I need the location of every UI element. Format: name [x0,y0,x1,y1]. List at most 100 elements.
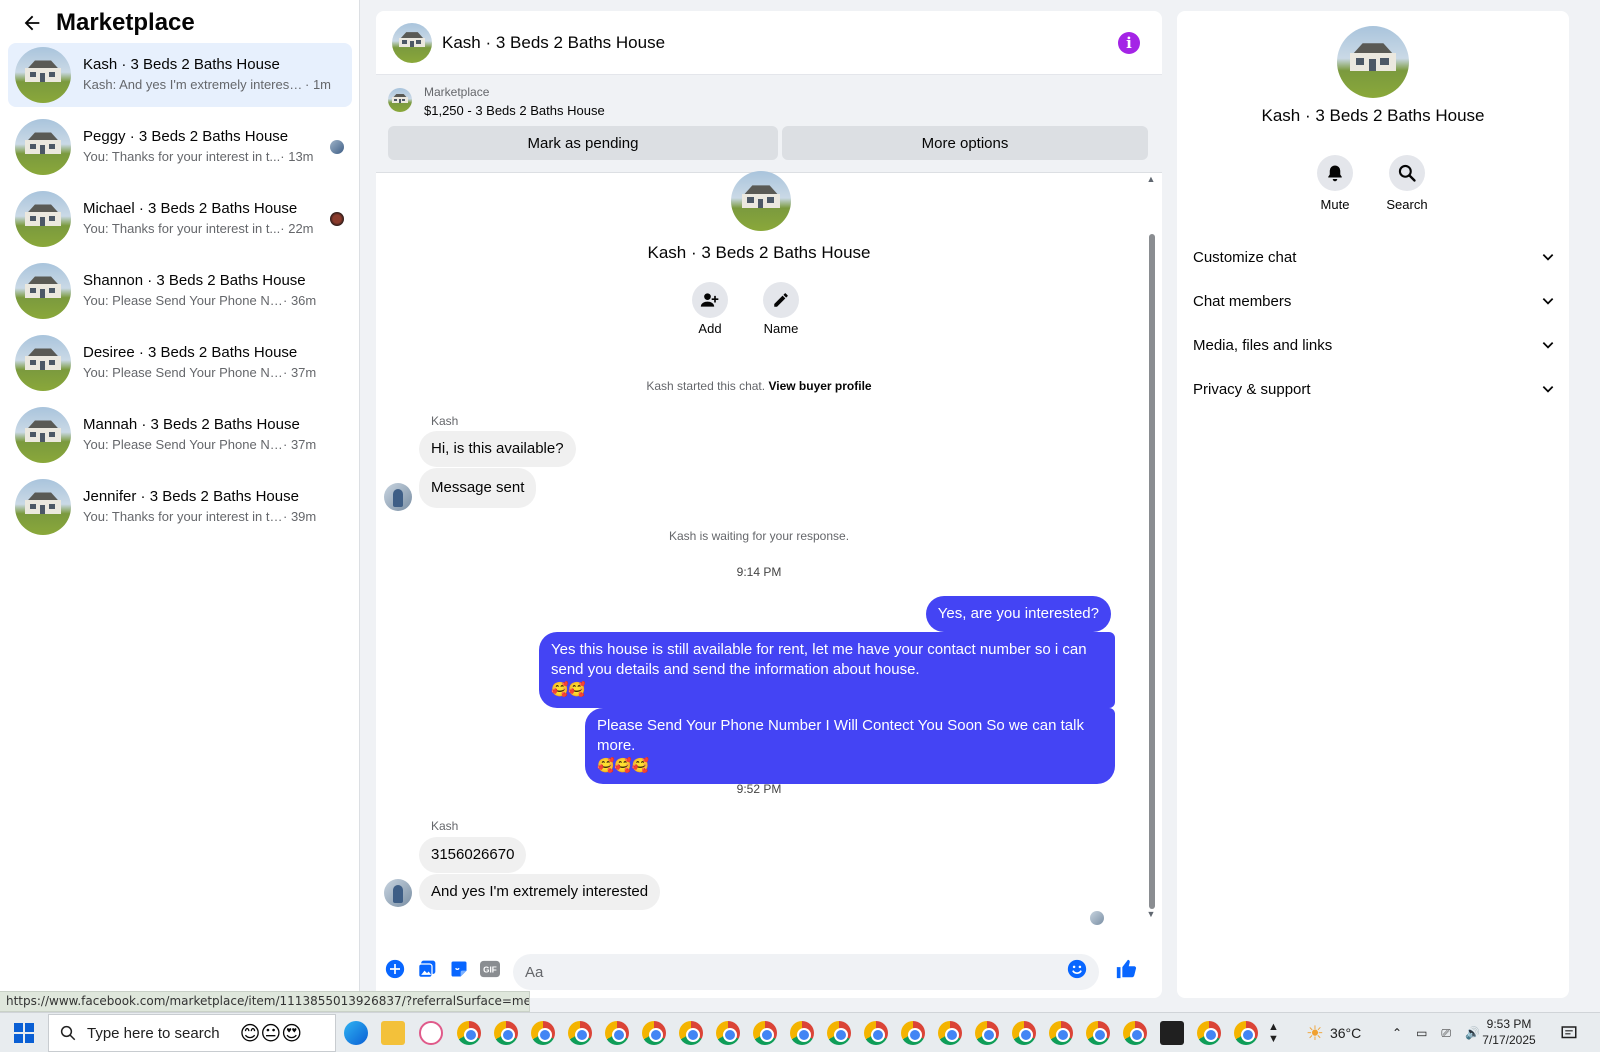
message-in[interactable]: Message sent [419,468,537,508]
meet-icon[interactable]: ⎚ [1441,1026,1451,1041]
add-person-button[interactable] [692,282,728,318]
info-icon[interactable]: i [1118,32,1140,54]
edge-icon[interactable] [344,1021,368,1045]
chrome-icon[interactable] [1197,1021,1221,1045]
back-arrow-icon[interactable] [18,9,46,37]
mute-label: Mute [1320,197,1350,212]
mark-as-pending-button[interactable]: Mark as pending [388,126,778,160]
chat-header-avatar[interactable] [392,22,432,63]
chrome-icon[interactable] [531,1021,555,1045]
bell-icon [1328,165,1342,182]
sender-name: Kash [431,819,459,833]
snipping-tool-icon[interactable] [419,1021,443,1045]
windows-start-icon[interactable] [14,1023,34,1043]
file-explorer-icon[interactable] [381,1021,405,1045]
photo-icon[interactable] [416,958,438,980]
conversation-name: Mannah · 3 Beds 2 Baths House [83,416,300,433]
chrome-icon[interactable] [494,1021,518,1045]
chrome-icon[interactable] [605,1021,629,1045]
emoji-icon[interactable] [1066,958,1088,980]
gif-icon[interactable]: GIF [479,958,501,980]
chrome-icon[interactable] [457,1021,481,1045]
message-input[interactable] [513,954,1099,990]
weather-widget[interactable]: ☀ 36°C [1306,1013,1361,1052]
system-tray[interactable]: ⌃ ▭ ⎚ 🔊 [1392,1013,1480,1052]
chrome-icon[interactable] [1123,1021,1147,1045]
add-label: Add [698,321,722,336]
conversation-item-kash[interactable]: Kash · 3 Beds 2 Baths House Kash: And ye… [8,43,352,107]
clock-time: 9:53 PM [1486,1017,1532,1031]
conversation-item-desiree[interactable]: Desiree · 3 Beds 2 Baths House You: Plea… [8,331,352,395]
notifications-icon[interactable] [1560,1013,1578,1052]
chrome-icon[interactable] [938,1021,962,1045]
search-button[interactable] [1389,155,1425,191]
section-customize-chat[interactable]: Customize chat [1193,237,1555,277]
sticky-notes-icon[interactable] [1160,1021,1184,1045]
scroll-thumb[interactable] [1149,234,1155,909]
message-out[interactable]: Please Send Your Phone Number I Will Con… [585,708,1115,784]
message-out[interactable]: Yes this house is still available for re… [539,632,1115,708]
conversation-sidebar: Marketplace Kash · 3 Beds 2 Baths House … [0,0,360,1012]
chrome-icon[interactable] [827,1021,851,1045]
chrome-icon[interactable] [753,1021,777,1045]
network-icon[interactable]: ▭ [1416,1026,1427,1040]
chevron-up-icon[interactable]: ⌃ [1392,1026,1402,1040]
scroll-down-arrow-icon[interactable]: ▼ [1146,909,1156,919]
sender-avatar[interactable] [384,879,412,907]
chrome-icon[interactable] [1049,1021,1073,1045]
chrome-icon[interactable] [975,1021,999,1045]
chrome-icon[interactable] [901,1021,925,1045]
taskbar-search-box[interactable]: Type here to search 😊😐😍 [48,1014,336,1052]
message-in[interactable]: Hi, is this available? [419,431,576,467]
conversation-item-peggy[interactable]: Peggy · 3 Beds 2 Baths House You: Thanks… [8,115,352,179]
message-in[interactable]: 3156026670 [419,837,527,873]
more-options-button[interactable]: More options [782,126,1148,160]
emoji-decoration-icon: 😊😐😍 [239,1021,303,1045]
chat-scrollbar[interactable]: ▲ ▼ [1146,174,1156,924]
thumbs-up-icon[interactable] [1115,958,1137,980]
edit-name-button[interactable] [763,282,799,318]
chrome-icon[interactable] [568,1021,592,1045]
sticker-icon[interactable] [448,958,470,980]
message-out[interactable]: Yes, are you interested? [925,596,1111,632]
page-scrollbar[interactable] [1584,0,1600,1012]
weather-temp: 36°C [1329,1025,1362,1041]
chrome-icon[interactable] [679,1021,703,1045]
chevron-down-icon [1542,298,1554,305]
conversation-item-mannah[interactable]: Mannah · 3 Beds 2 Baths House You: Pleas… [8,403,352,467]
plus-icon[interactable] [384,958,406,980]
sender-avatar[interactable] [384,483,412,511]
details-avatar [1337,26,1409,98]
chrome-icon[interactable] [642,1021,666,1045]
message-in[interactable]: And yes I'm extremely interested [419,874,661,910]
conversation-item-michael[interactable]: Michael · 3 Beds 2 Baths House You: Than… [8,187,352,251]
scroll-up-arrow-icon[interactable]: ▲ [1146,174,1156,184]
conversation-preview: You: Please Send Your Phone Numb... [83,365,283,380]
chrome-icon[interactable] [1086,1021,1110,1045]
chrome-icon[interactable] [1012,1021,1036,1045]
chrome-icon[interactable] [864,1021,888,1045]
taskbar-scroll-arrows-icon[interactable]: ▲ ▼ [1268,1013,1279,1052]
search-label: Search [1386,197,1428,212]
conversation-item-jennifer[interactable]: Jennifer · 3 Beds 2 Baths House You: Tha… [8,475,352,539]
chrome-icon[interactable] [1234,1021,1258,1045]
mute-button[interactable] [1317,155,1353,191]
section-label: Privacy & support [1193,380,1311,398]
conversation-name: Michael · 3 Beds 2 Baths House [83,200,298,217]
section-chat-members[interactable]: Chat members [1193,281,1555,321]
taskbar-clock[interactable]: 9:53 PM 7/17/2025 [1468,1016,1550,1048]
section-privacy-support[interactable]: Privacy & support [1193,369,1555,409]
conversation-preview: You: Thanks for your interest in t... [83,221,281,236]
message-thread: Kash · 3 Beds 2 Baths House Add Name Kas… [376,171,1136,944]
listing-price-title[interactable]: $1,250 - 3 Beds 2 Baths House [424,103,605,118]
chrome-icon[interactable] [716,1021,740,1045]
chat-title[interactable]: Kash · 3 Beds 2 Baths House [442,33,665,53]
house-avatar [15,407,71,463]
section-label: Chat members [1193,292,1292,310]
section-media-files-links[interactable]: Media, files and links [1193,325,1555,365]
listing-thumbnail[interactable] [388,88,412,112]
conversation-item-shannon[interactable]: Shannon · 3 Beds 2 Baths House You: Plea… [8,259,352,323]
house-avatar [15,47,71,103]
chrome-icon[interactable] [790,1021,814,1045]
view-buyer-profile-link[interactable]: View buyer profile [768,379,871,393]
